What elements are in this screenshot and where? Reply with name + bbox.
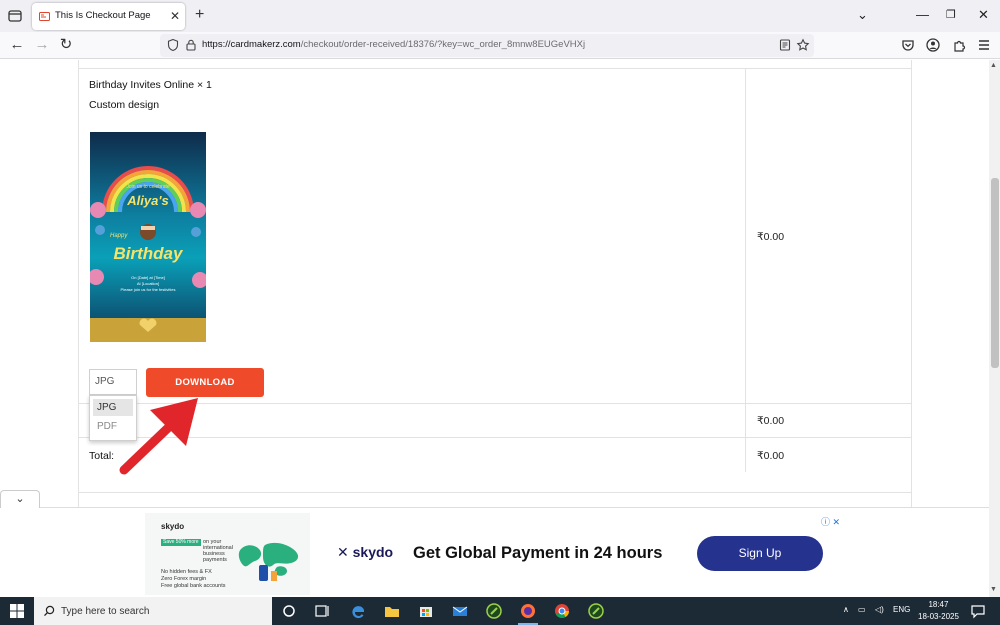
ad-small-brand: skydo [161,522,185,531]
menu-icon[interactable] [976,37,992,53]
product-meta: Custom design [89,99,160,111]
pocket-icon[interactable] [900,37,916,53]
extensions-icon[interactable] [951,37,967,53]
tab-close-icon[interactable]: ✕ [170,9,182,23]
volume-icon[interactable]: ◁) [875,605,884,614]
chrome-icon[interactable] [552,601,572,621]
page-scrollbar[interactable]: ▲ ▼ [989,60,1000,597]
format-select-value: JPG [95,376,115,387]
ad-headline: Get Global Payment in 24 hours [413,544,663,562]
card-name: Aliya's [127,193,169,208]
card-birthday: Birthday [113,244,183,263]
search-icon [44,605,55,617]
world-map-icon [238,542,299,581]
card-details-2: At [Location] [136,281,160,286]
reader-view-icon[interactable] [778,38,792,52]
forward-icon[interactable]: → [33,36,51,54]
product-name: Birthday Invites Online × 1 [89,79,212,91]
reload-icon[interactable]: ↻ [57,36,75,54]
cell-divider [745,69,746,404]
scroll-thumb[interactable] [991,178,999,368]
mail-icon[interactable] [450,601,470,621]
next-section-box [78,492,912,507]
clock-time: 18:47 [928,600,949,609]
restore-icon[interactable]: ❐ [946,6,956,24]
scroll-down-icon[interactable]: ▼ [990,586,997,593]
ad-creative: skydo Save 50% more on your internationa… [145,513,310,595]
tab-list-icon[interactable] [6,7,24,25]
product-row: Birthday Invites Online × 1 Custom desig… [79,68,911,441]
card-happy: Happy [110,233,128,239]
scroll-up-icon[interactable]: ▲ [990,62,997,69]
invitation-card-art [90,166,206,342]
app-green-icon-2[interactable] [586,601,606,621]
shield-icon[interactable] [166,38,180,52]
task-view-icon[interactable] [312,601,332,621]
clock-date: 18-03-2025 [918,612,959,621]
ad-logo-text: skydo [352,544,394,560]
browser-nav-bar: ← → ↻ https://cardmakerz.com/checkout/or… [0,32,1000,59]
list-all-tabs-icon[interactable]: ⌄ [857,6,868,24]
site-favicon-icon [39,12,50,21]
product-price: ₹0.00 [757,231,785,243]
total-price: ₹0.00 [757,450,785,462]
invitation-card-image: Join us to celebrate Aliya's Happy Birth… [90,132,206,342]
url-bar[interactable]: https://cardmakerz.com/checkout/order-re… [160,34,814,57]
card-invite-line: Join us to celebrate [126,184,170,190]
tray-overflow-icon[interactable]: ∧ [843,605,849,614]
url-text[interactable]: https://cardmakerz.com/checkout/order-re… [202,39,585,50]
back-icon[interactable]: ← [8,36,26,54]
collapse-ad-tab[interactable]: ⌄ [0,490,40,508]
cell-divider [745,404,746,438]
file-explorer-icon[interactable] [382,601,402,621]
ad-logo: ✕ skydo [337,544,394,560]
tab-title: This Is Checkout Page [55,10,151,21]
edge-icon[interactable] [348,601,368,621]
card-details-1: On [Date] at [Time] [131,275,165,280]
firefox-icon[interactable] [518,601,538,621]
taskbar-search-placeholder: Type here to search [61,606,150,617]
ad-banner-container: skydo Save 50% more on your internationa… [0,507,989,597]
minimize-icon[interactable]: — [916,6,929,24]
new-tab-icon[interactable]: + [195,6,204,24]
subtotal-price: ₹0.00 [757,415,785,427]
cell-divider [745,438,746,472]
taskbar-clock[interactable]: 18:47 18-03-2025 [918,599,959,623]
lock-icon[interactable] [184,38,198,52]
bookmark-star-icon[interactable] [796,38,810,52]
cortana-icon[interactable] [279,601,299,621]
browser-tab-bar: This Is Checkout Page ✕ + ⌄ — ❐ ✕ [0,0,1000,32]
page-viewport: Birthday Invites Online × 1 Custom desig… [0,60,989,507]
notifications-icon[interactable] [968,601,988,621]
ad-small-text: on your international business payments [203,539,233,563]
windows-taskbar: Type here to search ∧ ▭ ◁) ENG 18:47 18-… [0,597,1000,625]
windows-start-icon[interactable] [10,604,24,618]
ad-info-close-icon[interactable]: ⓘ ✕ [821,515,840,528]
ad-bullet-3: Free global bank accounts [161,583,226,589]
ad-green-badge: Save 50% more [161,539,201,546]
annotation-arrow [119,398,198,475]
ad-signup-button[interactable]: Sign Up [697,536,823,571]
app-green-icon[interactable] [484,601,504,621]
language-indicator[interactable]: ENG [893,605,910,614]
ad-banner[interactable]: skydo Save 50% more on your internationa… [145,513,843,595]
card-details-3: Please join us for the festivities [120,287,176,292]
browser-tab-active[interactable]: This Is Checkout Page ✕ [32,3,185,30]
store-icon[interactable] [416,601,436,621]
network-icon[interactable]: ▭ [858,605,866,614]
taskbar-search-box[interactable]: Type here to search [34,597,272,625]
close-window-icon[interactable]: ✕ [978,6,989,24]
ad-bullet-2: Zero Forex margin [161,576,207,582]
ad-bullet-1: No hidden fees & FX [161,569,212,575]
account-icon[interactable] [925,37,941,53]
